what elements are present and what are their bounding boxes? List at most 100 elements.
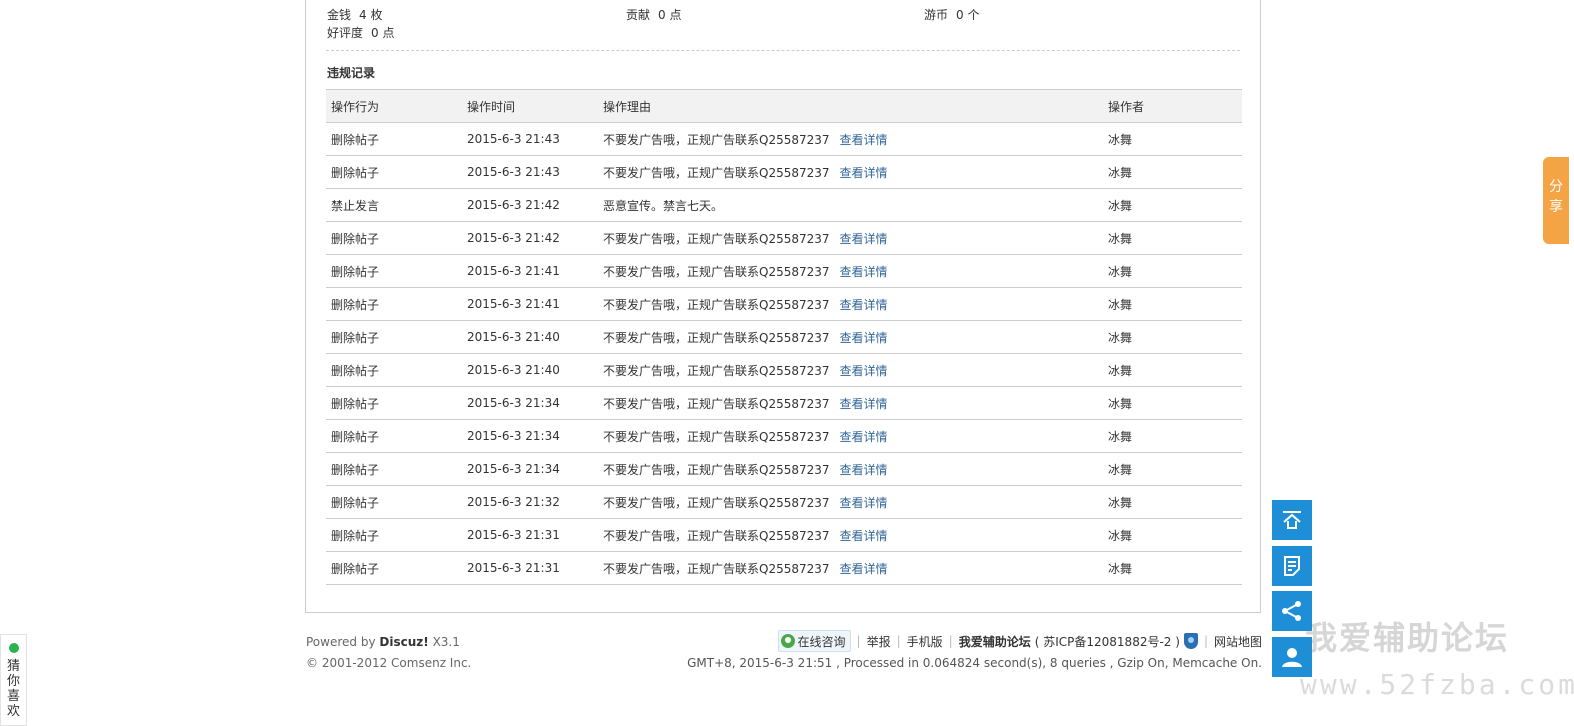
cell-reason: 不要发广告哦，正规广告联系Q25587237 查看详情 bbox=[598, 386, 1103, 420]
stat-contribution: 贡献 0 点 bbox=[626, 6, 681, 23]
dashed-divider bbox=[326, 50, 1240, 51]
reason-text: 不要发广告哦，正规广告联系Q25587237 bbox=[603, 297, 830, 312]
cell-reason: 不要发广告哦，正规广告联系Q25587237 查看详情 bbox=[598, 452, 1103, 486]
cell-operator: 冰舞 bbox=[1103, 320, 1242, 354]
mobile-link[interactable]: 手机版 bbox=[907, 633, 943, 650]
view-detail-link[interactable]: 查看详情 bbox=[840, 232, 888, 246]
powered-prefix: Powered by bbox=[306, 635, 376, 649]
online-consult-button[interactable]: 在线咨询 bbox=[777, 630, 851, 652]
cell-operator: 冰舞 bbox=[1103, 386, 1242, 420]
view-detail-link[interactable]: 查看详情 bbox=[840, 133, 888, 147]
copyright[interactable]: © 2001-2012 Comsenz Inc. bbox=[306, 653, 471, 674]
cell-action: 删除帖子 bbox=[326, 254, 462, 288]
reason-text: 不要发广告哦，正规广告联系Q25587237 bbox=[603, 561, 830, 576]
header-reason: 操作理由 bbox=[598, 89, 1103, 123]
stat-rating: 好评度 0 点 bbox=[327, 24, 394, 41]
view-detail-link[interactable]: 查看详情 bbox=[840, 430, 888, 444]
table-row: 删除帖子 2015-6-3 21:31 不要发广告哦，正规广告联系Q25587237… bbox=[326, 551, 1242, 585]
report-link[interactable]: 举报 bbox=[867, 633, 891, 650]
cell-reason: 不要发广告哦，正规广告联系Q25587237 查看详情 bbox=[598, 155, 1103, 189]
table-row: 删除帖子 2015-6-3 21:41 不要发广告哦，正规广告联系Q25587237… bbox=[326, 254, 1242, 288]
footer-info: GMT+8, 2015-6-3 21:51 , Processed in 0.0… bbox=[687, 656, 1262, 670]
table-row: 删除帖子 2015-6-3 21:34 不要发广告哦，正规广告联系Q25587237… bbox=[326, 452, 1242, 486]
footer-left: Powered by Discuz! X3.1 © 2001-2012 Coms… bbox=[306, 632, 471, 674]
view-detail-link[interactable]: 查看详情 bbox=[840, 397, 888, 411]
cell-reason: 不要发广告哦，正规广告联系Q25587237 查看详情 bbox=[598, 419, 1103, 453]
stat-money: 金钱 4 枚 bbox=[327, 6, 382, 23]
stat-coin: 游币 0 个 bbox=[924, 6, 979, 23]
share-tab[interactable]: 分享 bbox=[1543, 157, 1569, 244]
cell-time: 2015-6-3 21:41 bbox=[462, 287, 598, 321]
cell-time: 2015-6-3 21:42 bbox=[462, 221, 598, 255]
separator: | bbox=[856, 634, 861, 648]
watermark-url: www.52fzba.com bbox=[1300, 668, 1574, 701]
user-center-button[interactable] bbox=[1272, 637, 1312, 677]
cell-reason: 不要发广告哦，正规广告联系Q25587237 查看详情 bbox=[598, 518, 1103, 552]
cell-time: 2015-6-3 21:40 bbox=[462, 353, 598, 387]
table-row: 删除帖子 2015-6-3 21:34 不要发广告哦，正规广告联系Q25587237… bbox=[326, 419, 1242, 453]
view-detail-link[interactable]: 查看详情 bbox=[840, 331, 888, 345]
view-detail-link[interactable]: 查看详情 bbox=[840, 496, 888, 510]
cell-reason: 不要发广告哦，正规广告联系Q25587237 查看详情 bbox=[598, 485, 1103, 519]
icp-link[interactable]: ( 苏ICP备12081882号-2 ) bbox=[1035, 633, 1180, 650]
stat-rating-value: 0 点 bbox=[371, 26, 395, 40]
online-consult-label: 在线咨询 bbox=[797, 634, 846, 649]
table-row: 删除帖子 2015-6-3 21:34 不要发广告哦，正规广告联系Q25587237… bbox=[326, 386, 1242, 420]
view-detail-link[interactable]: 查看详情 bbox=[840, 166, 888, 180]
table-row: 删除帖子 2015-6-3 21:32 不要发广告哦，正规广告联系Q25587237… bbox=[326, 485, 1242, 519]
share-tab-label: 分享 bbox=[1549, 179, 1563, 215]
site-name-link[interactable]: 我爱辅助论坛 bbox=[959, 633, 1031, 650]
guess-you-like-tab[interactable]: 猜你喜欢 bbox=[0, 634, 27, 726]
header-action: 操作行为 bbox=[326, 89, 462, 123]
reason-text: 不要发广告哦，正规广告联系Q25587237 bbox=[603, 429, 830, 444]
reason-text: 不要发广告哦，正规广告联系Q25587237 bbox=[603, 231, 830, 246]
credits-stats: 金钱 4 枚 贡献 0 点 游币 0 个 好评度 0 点 bbox=[326, 0, 1242, 50]
reason-text: 不要发广告哦，正规广告联系Q25587237 bbox=[603, 528, 830, 543]
view-detail-link[interactable]: 查看详情 bbox=[840, 562, 888, 576]
security-shield-icon[interactable] bbox=[1183, 633, 1198, 649]
back-to-top-icon bbox=[1283, 511, 1301, 529]
view-detail-link[interactable]: 查看详情 bbox=[840, 298, 888, 312]
cell-action: 删除帖子 bbox=[326, 155, 462, 189]
footer-right: 在线咨询 | 举报 | 手机版 | 我爱辅助论坛 ( 苏ICP备12081882… bbox=[687, 630, 1262, 670]
cell-time: 2015-6-3 21:43 bbox=[462, 155, 598, 189]
cell-time: 2015-6-3 21:43 bbox=[462, 122, 598, 156]
table-row: 删除帖子 2015-6-3 21:40 不要发广告哦，正规广告联系Q25587237… bbox=[326, 320, 1242, 354]
stat-coin-label: 游币 bbox=[924, 8, 949, 22]
cell-action: 删除帖子 bbox=[326, 287, 462, 321]
powered-by: Powered by Discuz! X3.1 bbox=[306, 632, 471, 653]
cell-operator: 冰舞 bbox=[1103, 287, 1242, 321]
cell-operator: 冰舞 bbox=[1103, 188, 1242, 222]
reason-text: 不要发广告哦，正规广告联系Q25587237 bbox=[603, 165, 830, 180]
cell-action: 禁止发言 bbox=[326, 188, 462, 222]
reason-text: 不要发广告哦，正规广告联系Q25587237 bbox=[603, 132, 830, 147]
back-to-top-button[interactable] bbox=[1272, 500, 1312, 540]
share-button[interactable] bbox=[1272, 591, 1312, 631]
view-detail-link[interactable]: 查看详情 bbox=[840, 265, 888, 279]
post-list-button[interactable] bbox=[1272, 546, 1312, 586]
share-icon bbox=[1282, 601, 1301, 621]
cell-operator: 冰舞 bbox=[1103, 221, 1242, 255]
cell-operator: 冰舞 bbox=[1103, 551, 1242, 585]
reason-text: 不要发广告哦，正规广告联系Q25587237 bbox=[603, 264, 830, 279]
view-detail-link[interactable]: 查看详情 bbox=[840, 529, 888, 543]
header-operator: 操作者 bbox=[1103, 89, 1242, 123]
sitemap-link[interactable]: 网站地图 bbox=[1214, 633, 1262, 650]
view-detail-link[interactable]: 查看详情 bbox=[840, 364, 888, 378]
cell-action: 删除帖子 bbox=[326, 419, 462, 453]
cell-action: 删除帖子 bbox=[326, 551, 462, 585]
user-icon bbox=[1282, 648, 1302, 667]
cell-operator: 冰舞 bbox=[1103, 485, 1242, 519]
powered-brand-link[interactable]: Discuz! bbox=[379, 635, 428, 649]
stat-rating-label: 好评度 bbox=[327, 26, 364, 40]
table-row: 删除帖子 2015-6-3 21:31 不要发广告哦，正规广告联系Q25587237… bbox=[326, 518, 1242, 552]
cell-operator: 冰舞 bbox=[1103, 419, 1242, 453]
powered-version: X3.1 bbox=[432, 635, 460, 649]
cell-reason: 不要发广告哦，正规广告联系Q25587237 查看详情 bbox=[598, 353, 1103, 387]
cell-time: 2015-6-3 21:32 bbox=[462, 485, 598, 519]
table-header-row: 操作行为 操作时间 操作理由 操作者 bbox=[326, 89, 1242, 123]
guess-status-icon bbox=[8, 643, 19, 653]
view-detail-link[interactable]: 查看详情 bbox=[840, 463, 888, 477]
cell-operator: 冰舞 bbox=[1103, 155, 1242, 189]
consult-icon bbox=[780, 634, 795, 648]
